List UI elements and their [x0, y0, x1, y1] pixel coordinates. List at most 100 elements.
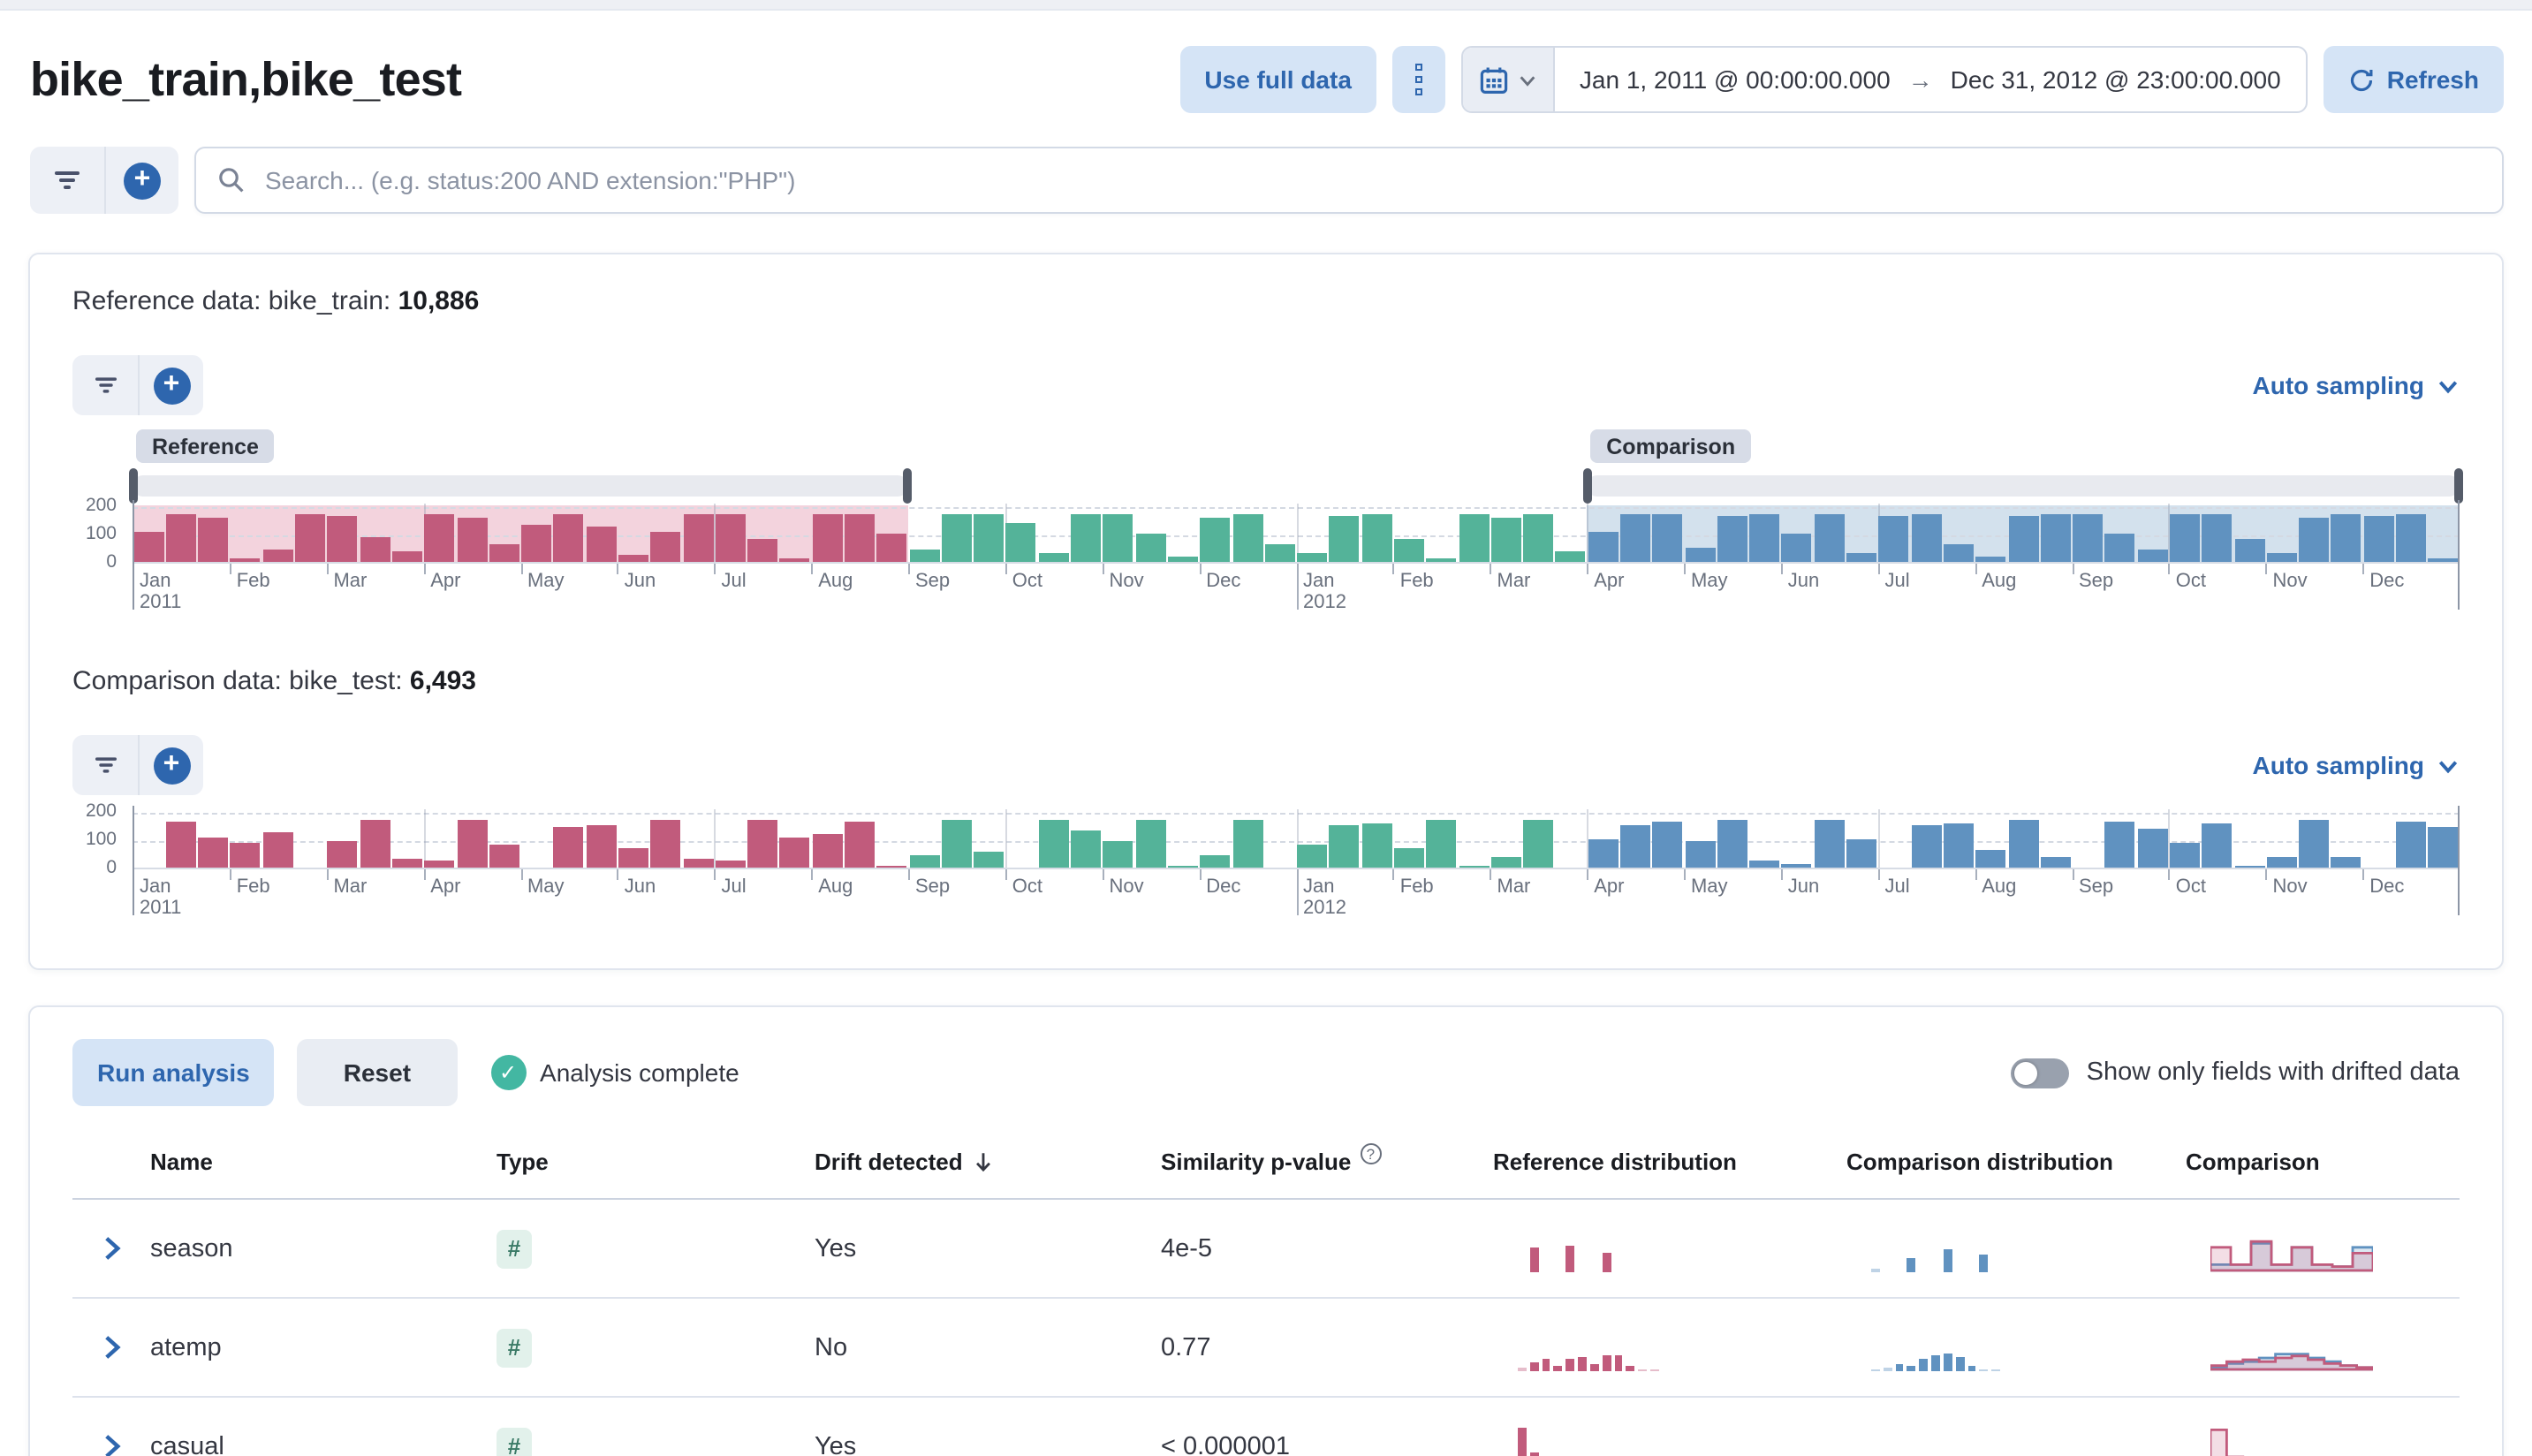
reference-data-heading: Reference data: bike_train: 10,886: [72, 286, 2460, 316]
expand-row-button[interactable]: [88, 1324, 134, 1370]
plus-icon: +: [153, 367, 190, 404]
header-drift-detected[interactable]: Drift detected: [815, 1149, 1161, 1175]
date-picker-quick-menu[interactable]: [1463, 48, 1555, 111]
data-comparison-panel: Reference data: bike_train: 10,886 + Aut…: [28, 253, 2504, 970]
histogram-plot: [133, 809, 2460, 869]
x-axis: Jan2011FebMarAprMayJunJulAugSepOctNovDec…: [133, 564, 2460, 620]
reference-selection-band: [133, 504, 908, 562]
reference-brush[interactable]: [133, 475, 908, 497]
drifted-data-toggle-wrap: Show only fields with drifted data: [2011, 1058, 2460, 1088]
p-value: 0.77: [1161, 1333, 1493, 1361]
end-date[interactable]: Dec 31, 2012 @ 23:00:00.000: [1951, 65, 2281, 94]
field-type-badge: #: [497, 1427, 815, 1456]
comparison-filter-controls: +: [72, 735, 203, 795]
brush-handle[interactable]: [903, 468, 912, 504]
page: bike_train,bike_test Use full data: [0, 0, 2532, 1456]
reference-distribution-chart: [1518, 1422, 1663, 1456]
comparison-doc-count: 6,493: [410, 666, 476, 696]
brush-row: ReferenceComparison: [133, 429, 2460, 504]
drift-detected-value: Yes: [815, 1234, 1161, 1263]
filter-icon: [53, 168, 81, 193]
add-filter-button[interactable]: +: [138, 735, 203, 795]
plus-icon: +: [124, 162, 161, 199]
arrow-right-icon: →: [1908, 65, 1933, 94]
search-input[interactable]: [262, 164, 2481, 196]
toggle-label: Show only fields with drifted data: [2087, 1058, 2460, 1087]
filter-icon: [93, 755, 118, 776]
comparison-auto-sampling-dropdown[interactable]: Auto sampling: [2253, 751, 2460, 779]
kebab-menu-button[interactable]: [1392, 46, 1445, 113]
calendar-icon: [1479, 64, 1509, 95]
comparison-data-heading: Comparison data: bike_test: 6,493: [72, 666, 2460, 696]
chevron-right-icon: [100, 1235, 123, 1262]
reference-brush-label: Reference: [136, 429, 275, 463]
add-filter-button[interactable]: +: [104, 147, 178, 214]
table-body: season#Yes4e-5atemp#No0.77casual#Yes< 0.…: [72, 1200, 2460, 1456]
expand-row-button[interactable]: [88, 1225, 134, 1271]
comparison-overlay-chart: [2210, 1422, 2460, 1456]
reference-distribution-chart: [1518, 1323, 1663, 1371]
date-range-picker[interactable]: Jan 1, 2011 @ 00:00:00.000 → Dec 31, 201…: [1461, 46, 2308, 113]
boxes-vertical-icon: [1414, 64, 1422, 72]
reference-chart-controls: + Auto sampling: [72, 355, 2460, 415]
comparison-distribution-chart: [1871, 1422, 2016, 1456]
help-icon[interactable]: ?: [1360, 1143, 1381, 1164]
brush-handle[interactable]: [2454, 468, 2463, 504]
reference-histogram-chart: ReferenceComparison2001000Jan2011FebMarA…: [72, 429, 2460, 620]
table-row: atemp#No0.77: [72, 1299, 2460, 1398]
run-analysis-button[interactable]: Run analysis: [72, 1039, 275, 1106]
comparison-overlay-chart: [2210, 1323, 2460, 1371]
filter-menu-button[interactable]: [72, 355, 138, 415]
table-header-row: Name Type Drift detected Similarity p-va…: [72, 1149, 2460, 1200]
add-filter-button[interactable]: +: [138, 355, 203, 415]
analysis-status: ✓ Analysis complete: [490, 1055, 739, 1090]
brush-handle[interactable]: [129, 468, 138, 504]
filter-menu-button[interactable]: [72, 735, 138, 795]
show-drifted-only-toggle[interactable]: [2011, 1058, 2069, 1088]
p-value: 4e-5: [1161, 1234, 1493, 1263]
filter-controls: +: [30, 147, 178, 214]
chevron-down-icon: [1518, 70, 1537, 89]
table-row: casual#Yes< 0.000001: [72, 1398, 2460, 1456]
header-reference-distribution: Reference distribution: [1493, 1149, 1846, 1175]
header-comparison: Comparison: [2186, 1149, 2460, 1175]
reset-button[interactable]: Reset: [298, 1039, 457, 1106]
comparison-brush[interactable]: [1587, 475, 2460, 497]
comparison-histogram-chart: 2001000Jan2011FebMarAprMayJunJulAugSepOc…: [72, 809, 2460, 926]
sort-desc-icon: [972, 1150, 995, 1173]
table-row: season#Yes4e-5: [72, 1200, 2460, 1299]
field-name: season: [150, 1234, 497, 1263]
filter-icon: [93, 375, 118, 396]
comparison-distribution-chart: [1871, 1323, 2016, 1371]
histogram-plot: [133, 504, 2460, 564]
refresh-icon: [2348, 66, 2375, 93]
comparison-distribution-chart: [1871, 1225, 2016, 1272]
check-circle-icon: ✓: [490, 1055, 526, 1090]
analysis-controls: Run analysis Reset ✓ Analysis complete S…: [72, 1039, 2460, 1106]
comparison-chart-controls: + Auto sampling: [72, 735, 2460, 795]
p-value: < 0.000001: [1161, 1432, 1493, 1456]
drift-results-table: Name Type Drift detected Similarity p-va…: [72, 1149, 2460, 1456]
field-type-badge: #: [497, 1229, 815, 1268]
header-actions: Use full data: [1179, 46, 2504, 113]
y-axis: 2001000: [72, 809, 133, 926]
reference-doc-count: 10,886: [398, 286, 480, 316]
header-name[interactable]: Name: [150, 1149, 497, 1175]
search-icon: [217, 166, 246, 194]
use-full-data-button[interactable]: Use full data: [1179, 46, 1376, 113]
date-range-values: Jan 1, 2011 @ 00:00:00.000 → Dec 31, 201…: [1555, 65, 2306, 94]
header-similarity-p-value[interactable]: Similarity p-value ?: [1161, 1149, 1493, 1175]
reference-auto-sampling-dropdown[interactable]: Auto sampling: [2253, 371, 2460, 399]
field-name: atemp: [150, 1333, 497, 1361]
y-axis: 2001000: [72, 504, 133, 620]
brush-handle[interactable]: [1583, 468, 1592, 504]
start-date[interactable]: Jan 1, 2011 @ 00:00:00.000: [1580, 65, 1891, 94]
chevron-right-icon: [100, 1334, 123, 1361]
expand-row-button[interactable]: [88, 1423, 134, 1456]
header-type[interactable]: Type: [497, 1149, 815, 1175]
drift-detected-value: Yes: [815, 1432, 1161, 1456]
page-header: bike_train,bike_test Use full data: [0, 11, 2532, 113]
filter-menu-button[interactable]: [30, 147, 104, 214]
field-type-badge: #: [497, 1328, 815, 1367]
refresh-button[interactable]: Refresh: [2324, 46, 2504, 113]
